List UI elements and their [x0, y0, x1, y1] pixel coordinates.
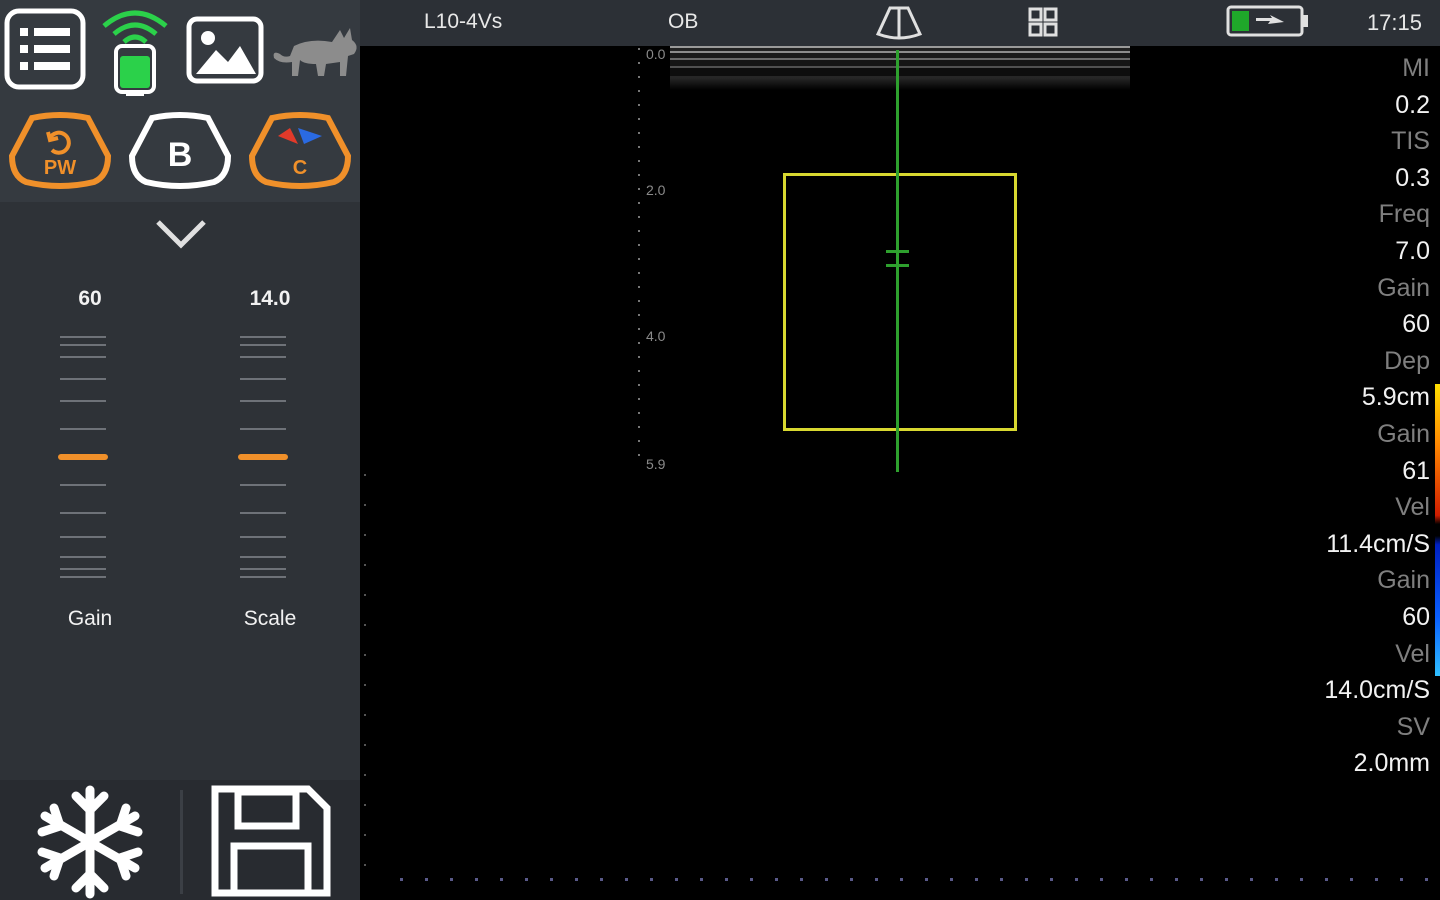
param-name: MI [1402, 54, 1430, 82]
param-value: 11.4cm/S [1326, 529, 1430, 558]
param-name: Dep [1384, 346, 1430, 375]
mode-c-label: C [293, 157, 307, 179]
sample-gate-bottom[interactable] [886, 264, 909, 267]
color-velocity-bar [1435, 384, 1440, 676]
gain-slider-value: 60 [78, 287, 102, 310]
clock-time: 17:15 [1366, 10, 1422, 35]
param-value: 0.3 [1395, 163, 1430, 192]
gain-slider-label: Gain [67, 607, 113, 630]
param-name: Gain [1377, 419, 1430, 448]
param-value: 7.0 [1395, 236, 1430, 265]
exam-preset[interactable]: OB [668, 10, 698, 34]
scale-slider-value: 14.0 [249, 287, 291, 310]
layout-grid-icon[interactable] [1028, 7, 1058, 42]
mode-pw-label: PW [44, 157, 76, 179]
depth-label: 2.0 [646, 182, 666, 198]
parameter-readout: MI 0.2 TIS 0.3 Freq 7.0 Gain 60 Dep 5.9c… [1230, 50, 1430, 782]
scale-slider[interactable] [238, 330, 288, 585]
gain-slider-thumb[interactable] [58, 454, 108, 460]
save-icon[interactable] [210, 784, 332, 900]
param-value: 0.2 [1395, 90, 1430, 119]
scale-slider-thumb[interactable] [238, 454, 288, 460]
spectrum-time-axis [400, 878, 1440, 881]
doppler-cursor-line[interactable] [896, 50, 899, 472]
sample-gate-top[interactable] [886, 250, 909, 253]
param-value: 60 [1402, 310, 1430, 339]
param-name: Freq [1378, 200, 1430, 229]
gain-slider[interactable] [58, 330, 108, 585]
wireless-probe-icon[interactable] [96, 4, 174, 103]
param-value: 5.9cm [1361, 383, 1430, 412]
param-name: TIS [1391, 127, 1430, 156]
param-name: SV [1396, 712, 1430, 741]
mode-pw-button[interactable]: PW [8, 110, 112, 195]
param-name: Gain [1377, 566, 1430, 595]
left-control-panel: PW B C 60 Gain 14.0 Scale [0, 0, 360, 900]
spectrum-velocity-axis [364, 474, 366, 874]
battery-charging-icon [1226, 5, 1310, 42]
param-value: 2.0mm [1353, 749, 1430, 778]
mode-c-button[interactable]: C [248, 110, 352, 195]
scale-slider-label: Scale [243, 607, 297, 630]
mode-b-button[interactable]: B [128, 110, 232, 195]
freeze-icon[interactable] [30, 784, 150, 900]
param-name: Gain [1377, 273, 1430, 302]
mode-b-label: B [168, 136, 193, 174]
near-field-echo [670, 46, 1130, 90]
menu-list-icon[interactable] [4, 8, 86, 95]
sector-view-icon[interactable] [875, 4, 923, 45]
depth-label: 0.0 [646, 46, 666, 62]
probe-model[interactable]: L10-4Vs [424, 10, 502, 34]
param-value: 60 [1402, 602, 1430, 631]
depth-label: 5.9 [646, 456, 666, 472]
param-value: 61 [1402, 456, 1430, 485]
depth-scale [638, 48, 640, 466]
top-status-bar: L10-4Vs OB 17:15 [360, 0, 1440, 46]
param-value: 14.0cm/S [1324, 676, 1430, 705]
image-gallery-icon[interactable] [186, 16, 264, 89]
param-name: Vel [1395, 493, 1430, 522]
bottom-divider [180, 790, 183, 894]
color-roi-box[interactable] [783, 173, 1017, 431]
depth-label: 4.0 [646, 328, 666, 344]
chevron-down-icon[interactable] [154, 218, 208, 255]
param-name: Vel [1395, 639, 1430, 668]
cat-icon[interactable] [270, 24, 362, 87]
